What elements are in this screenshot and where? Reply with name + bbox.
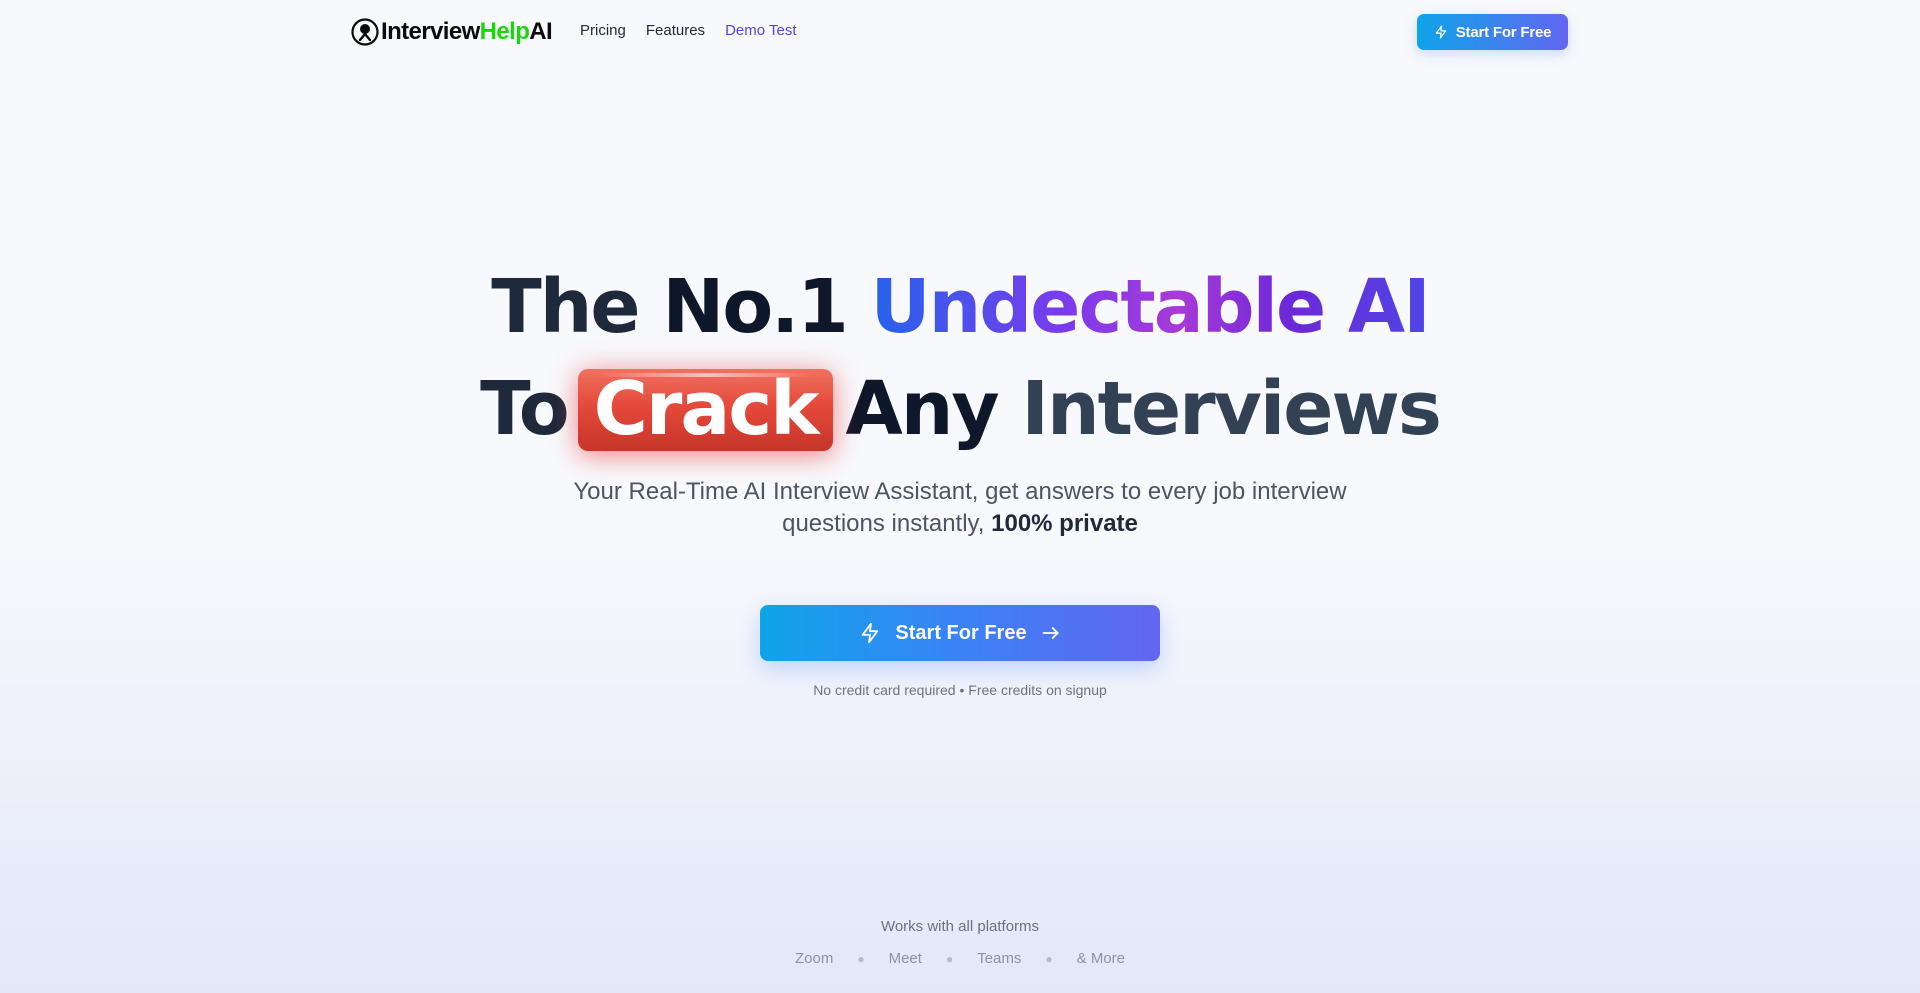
subtitle-bold-text: 100% private [991, 510, 1138, 537]
platform-zoom: Zoom [795, 950, 834, 967]
headline-gradient-text: Undectable AI [870, 264, 1431, 350]
separator-dot: ● [1045, 951, 1053, 966]
lightning-icon [1435, 25, 1447, 39]
headline-word-the: The [491, 264, 640, 350]
nav-link-demo-test[interactable]: Demo Test [725, 22, 796, 39]
arrow-right-icon [1042, 627, 1059, 639]
headline-word-to: To [480, 366, 569, 452]
platform-teams: Teams [977, 950, 1022, 967]
nav-link-pricing[interactable]: Pricing [580, 22, 626, 39]
separator-dot: ● [945, 951, 954, 966]
nav-cta-label: Start For Free [1455, 23, 1552, 41]
headline-crack-badge: Crack [577, 369, 834, 451]
subtitle-text: Your Real-Time AI Interview Assistant, g… [573, 478, 1347, 537]
logo-link[interactable]: InterviewHelpAI [351, 17, 553, 47]
nav-start-for-free-button[interactable]: Start For Free [1417, 14, 1568, 50]
platforms-title: Works with all platforms [880, 918, 1040, 935]
logo-text: InterviewHelpAI [381, 18, 553, 45]
hero-subtitle: Your Real-Time AI Interview Assistant, g… [560, 476, 1360, 540]
headline-line-1: The No.1 Undectable AI [0, 262, 1920, 352]
separator-dot: ● [857, 951, 865, 966]
nav-link-features[interactable]: Features [646, 22, 705, 39]
headline-word-interviews: Interviews [1021, 366, 1441, 452]
brain-logo-icon [351, 18, 379, 46]
headline-word-no1: No.1 [662, 264, 848, 350]
headline-line-2: To Crack Any Interviews [0, 364, 1920, 454]
signup-note: No credit card required • Free credits o… [813, 682, 1107, 698]
lightning-icon [862, 622, 879, 644]
top-nav: InterviewHelpAI Pricing Features Demo Te… [0, 0, 1920, 64]
nav-links: Pricing Features Demo Test [580, 22, 796, 39]
platform-more: & More [1076, 950, 1125, 967]
platforms-list: Zoom ● Meet ● Teams ● & More [0, 950, 1920, 967]
hero-start-for-free-button[interactable]: Start For Free [760, 605, 1160, 661]
platform-meet: Meet [888, 950, 922, 967]
hero-cta-label: Start For Free [895, 621, 1027, 644]
headline-word-any: Any [845, 366, 999, 452]
